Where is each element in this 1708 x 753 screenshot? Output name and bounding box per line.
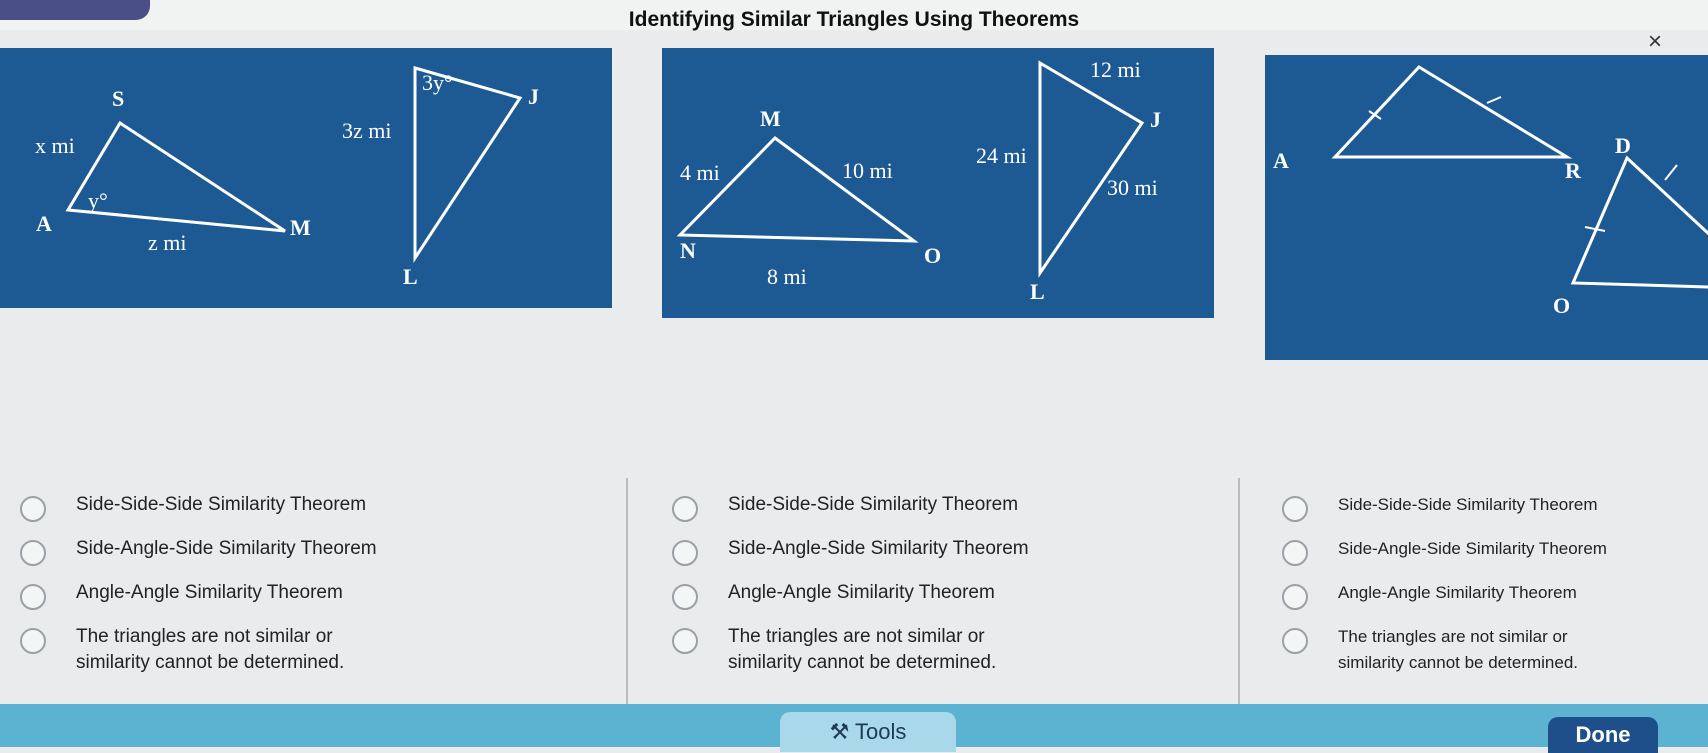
column-divider (1238, 478, 1240, 706)
tick-mark (1664, 164, 1678, 181)
radio-button[interactable] (672, 584, 698, 610)
side-jl-label: 3z mi (342, 118, 392, 143)
bottom-toolbar: ⚒ Tools Done (0, 704, 1708, 753)
radio-button[interactable] (1282, 584, 1308, 610)
option-sas[interactable]: Side-Angle-Side Similarity Theorem (20, 536, 620, 580)
tools-label: Tools (855, 719, 907, 744)
figure-2-diagram: M 4 mi 10 mi N O 8 mi 12 mi J 24 mi 30 m… (676, 57, 1161, 304)
vertex-j-label-2: J (1150, 107, 1161, 132)
side-top-label: 12 mi (1090, 57, 1141, 82)
radio-button[interactable] (20, 584, 46, 610)
angle-a-label: y° (88, 188, 108, 213)
close-icon[interactable]: × (1648, 28, 1662, 56)
wrench-icon: ⚒ (829, 719, 850, 744)
radio-button[interactable] (1282, 540, 1308, 566)
option-aa[interactable]: Angle-Angle Similarity Theorem (20, 580, 620, 624)
figure-panel-3: A R D O (1265, 55, 1708, 360)
option-sss[interactable]: Side-Side-Side Similarity Theorem (672, 492, 1232, 536)
option-label: Side-Side-Side Similarity Theorem (1338, 495, 1598, 514)
radio-button[interactable] (672, 628, 698, 654)
radio-button[interactable] (672, 540, 698, 566)
radio-button[interactable] (20, 628, 46, 654)
tick-mark (1486, 96, 1502, 104)
vertex-a-label: A (36, 211, 52, 236)
option-sas[interactable]: Side-Angle-Side Similarity Theorem (1282, 536, 1702, 580)
vertex-j-label: J (528, 84, 539, 109)
triangle-sam (65, 120, 286, 233)
figure-1-diagram: S x mi y° A z mi M 3y° J 3z mi L (35, 66, 539, 289)
option-aa[interactable]: Angle-Angle Similarity Theorem (672, 580, 1232, 624)
page-title: Identifying Similar Triangles Using Theo… (628, 8, 1080, 31)
vertex-o-label-3: O (1553, 293, 1570, 318)
vertex-n-label: N (680, 238, 696, 263)
side-am-label: z mi (148, 230, 187, 255)
option-not-similar[interactable]: The triangles are not similar or similar… (672, 624, 1232, 673)
vertex-l-label: L (403, 264, 418, 289)
side-sa-label: x mi (35, 133, 75, 158)
radio-button[interactable] (1282, 628, 1308, 654)
figure-3-diagram: A R D O (1273, 65, 1708, 318)
vertex-m-label: M (290, 215, 311, 240)
side-right-label: 30 mi (1107, 175, 1158, 200)
radio-button[interactable] (672, 496, 698, 522)
tools-button[interactable]: ⚒ Tools (780, 712, 956, 752)
answer-group-2: Side-Side-Side Similarity Theorem Side-A… (672, 492, 1232, 673)
vertex-a-label-3: A (1273, 148, 1289, 173)
option-label: The triangles are not similar or similar… (1338, 627, 1579, 672)
side-no-label: 8 mi (767, 264, 807, 289)
triangle-mno (676, 136, 919, 243)
option-label: Side-Angle-Side Similarity Theorem (76, 538, 377, 559)
option-label: Angle-Angle Similarity Theorem (728, 582, 995, 603)
option-sss[interactable]: Side-Side-Side Similarity Theorem (1282, 492, 1702, 536)
option-label: The triangles are not similar or similar… (76, 626, 345, 673)
option-label: Side-Side-Side Similarity Theorem (76, 494, 367, 515)
option-sas[interactable]: Side-Angle-Side Similarity Theorem (672, 536, 1232, 580)
vertex-m-label: M (760, 106, 781, 131)
option-label: The triangles are not similar or similar… (728, 626, 997, 673)
column-divider (626, 478, 628, 706)
side-left-label: 24 mi (976, 143, 1027, 168)
option-not-similar[interactable]: The triangles are not similar or similar… (20, 624, 620, 673)
figure-panel-1: S x mi y° A z mi M 3y° J 3z mi L (0, 48, 612, 308)
answer-group-1: Side-Side-Side Similarity Theorem Side-A… (20, 492, 620, 673)
triangle-jl (413, 66, 523, 264)
vertex-l-label-2: L (1030, 279, 1045, 304)
option-aa[interactable]: Angle-Angle Similarity Theorem (1282, 580, 1702, 624)
option-label: Side-Angle-Side Similarity Theorem (728, 538, 1029, 559)
radio-button[interactable] (1282, 496, 1308, 522)
radio-button[interactable] (20, 540, 46, 566)
vertex-o-label: O (924, 243, 941, 268)
option-label: Side-Side-Side Similarity Theorem (728, 494, 1019, 515)
vertex-r-label: R (1565, 158, 1582, 183)
done-button[interactable]: Done (1548, 717, 1658, 753)
option-label: Angle-Angle Similarity Theorem (1338, 583, 1577, 602)
vertex-d-label: D (1615, 133, 1631, 158)
figure-panel-2: M 4 mi 10 mi N O 8 mi 12 mi J 24 mi 30 m… (662, 48, 1214, 318)
option-sss[interactable]: Side-Side-Side Similarity Theorem (20, 492, 620, 536)
side-mo-label: 10 mi (842, 158, 893, 183)
option-not-similar[interactable]: The triangles are not similar or similar… (1282, 624, 1702, 672)
answer-group-3: Side-Side-Side Similarity Theorem Side-A… (1282, 492, 1702, 672)
side-mn-label: 4 mi (680, 160, 720, 185)
radio-button[interactable] (20, 496, 46, 522)
triangle-jl-2 (1038, 60, 1145, 278)
angle-j-label: 3y° (422, 70, 453, 95)
vertex-s-label: S (112, 86, 124, 111)
triangle-do (1570, 155, 1708, 289)
option-label: Side-Angle-Side Similarity Theorem (1338, 539, 1607, 558)
option-label: Angle-Angle Similarity Theorem (76, 582, 343, 603)
